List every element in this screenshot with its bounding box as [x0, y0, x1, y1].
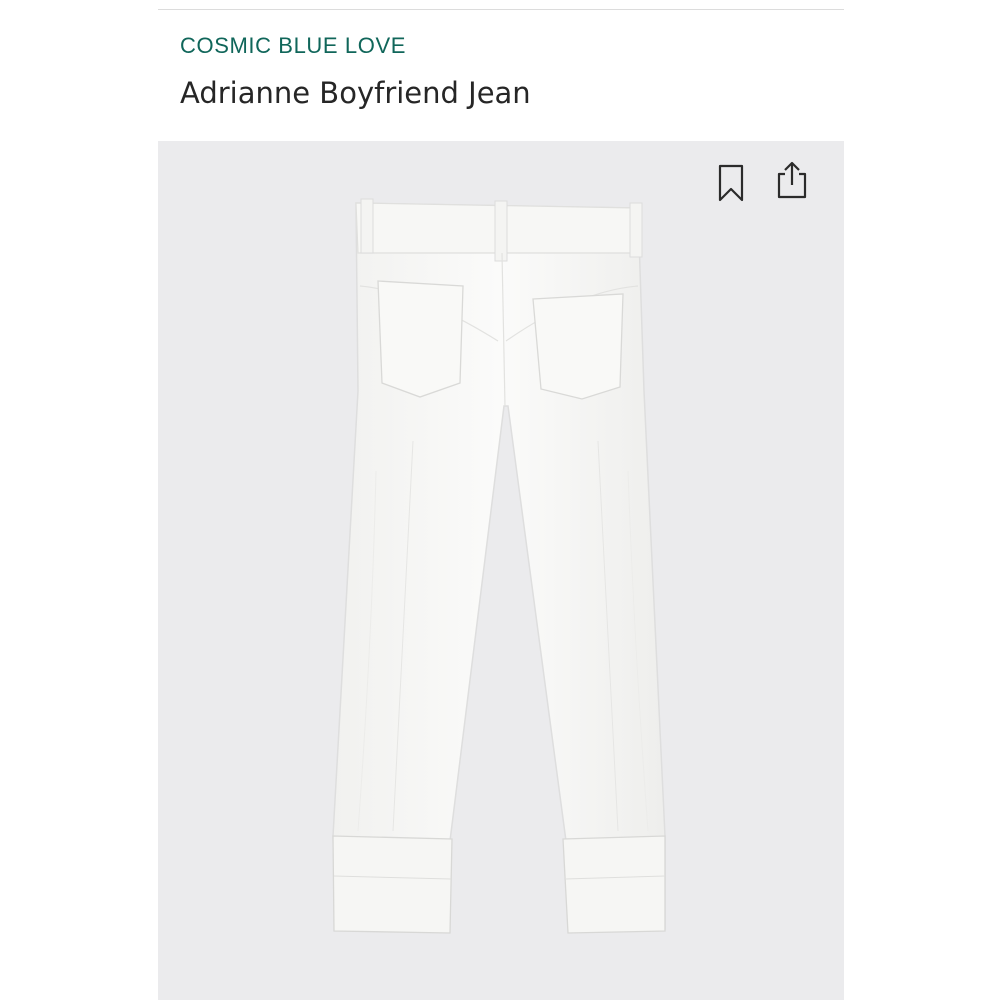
share-icon[interactable] [774, 159, 810, 199]
belt-loop [494, 200, 508, 262]
bookmark-icon[interactable] [713, 163, 749, 203]
divider [158, 9, 844, 10]
cuff-left [332, 835, 453, 934]
back-pocket-left [377, 280, 464, 398]
belt-loop [629, 202, 643, 258]
back-pocket-right [532, 293, 624, 400]
jeans-image [332, 198, 666, 934]
product-image[interactable] [158, 141, 844, 1000]
product-card: COSMIC BLUE LOVE Adrianne Boyfriend Jean [158, 0, 844, 1000]
brand-name[interactable]: COSMIC BLUE LOVE [180, 33, 406, 59]
belt-loop [360, 198, 374, 254]
cuff-right [562, 835, 666, 934]
product-title: Adrianne Boyfriend Jean [180, 76, 531, 110]
